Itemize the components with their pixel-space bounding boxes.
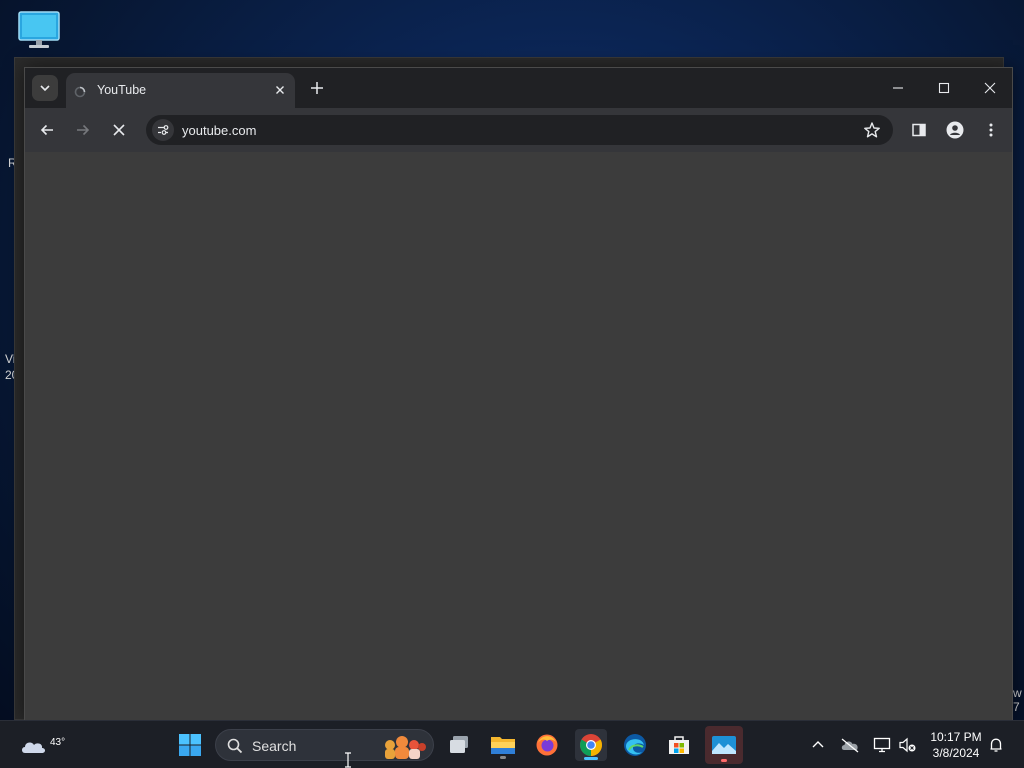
file-explorer-icon (491, 737, 515, 754)
network-button[interactable] (872, 735, 892, 755)
weather-widget[interactable]: 43° (18, 729, 65, 761)
show-hidden-icons-button[interactable] (808, 735, 828, 755)
site-info-button[interactable] (152, 119, 174, 141)
close-tab-icon[interactable] (273, 83, 287, 97)
forward-button[interactable] (72, 119, 94, 141)
weather-temp: 43° (50, 737, 66, 748)
close-window-button[interactable] (976, 76, 1004, 100)
address-bar[interactable]: youtube.com (146, 115, 893, 145)
start-icon (179, 734, 201, 756)
microsoft-store-icon (669, 736, 689, 754)
side-panel-icon (912, 123, 926, 137)
onedrive-icon (841, 738, 859, 753)
back-button[interactable] (36, 119, 58, 141)
photos-icon (712, 736, 736, 754)
tab-search-button[interactable] (32, 75, 58, 101)
text-cursor-icon (345, 752, 351, 768)
chevron-down-icon (40, 85, 50, 92)
notifications-icon (990, 738, 1002, 752)
volume-muted-icon (899, 737, 916, 753)
tab-strip: YouTube (25, 68, 1012, 108)
loading-favicon-icon (74, 86, 86, 98)
desktop-edge-text: w (1013, 686, 1022, 700)
running-indicator (721, 759, 727, 762)
clock-time: 10:17 PM (930, 730, 982, 744)
onedrive-button[interactable] (840, 735, 860, 755)
show-hidden-icon (812, 741, 824, 748)
page-content[interactable] (25, 152, 1012, 721)
menu-button[interactable] (980, 119, 1002, 141)
search-highlight-icon (385, 736, 426, 759)
tab-title: YouTube (97, 83, 147, 97)
stop-loading-button[interactable] (108, 119, 130, 141)
edge-button[interactable] (619, 729, 651, 761)
network-icon (873, 737, 891, 753)
url-text: youtube.com (182, 123, 257, 138)
stop-loading-icon (113, 124, 125, 136)
toolbar: youtube.com (25, 108, 1012, 152)
back-icon (40, 124, 53, 136)
maximize-icon (938, 82, 950, 94)
photos-button[interactable] (705, 726, 743, 764)
running-indicator (500, 756, 506, 759)
new-tab-icon[interactable] (308, 79, 326, 97)
maximize-button[interactable] (930, 76, 958, 100)
search-label: Search (252, 738, 297, 754)
firefox-icon (536, 734, 558, 756)
notifications-button[interactable] (986, 735, 1006, 755)
file-explorer-button[interactable] (487, 729, 519, 761)
menu-icon (989, 123, 993, 137)
search-icon (227, 738, 243, 754)
this-pc-icon[interactable] (17, 10, 61, 50)
side-panel-button[interactable] (908, 119, 930, 141)
microsoft-store-button[interactable] (663, 729, 695, 761)
volume-button[interactable] (898, 735, 918, 755)
tab-youtube[interactable]: YouTube (66, 73, 295, 108)
minimize-button[interactable] (884, 76, 912, 100)
start-button[interactable] (174, 729, 206, 761)
clock-date: 3/8/2024 (932, 746, 980, 760)
weather-cloud-icon (22, 742, 45, 753)
forward-icon (77, 124, 90, 136)
task-view-button[interactable] (443, 729, 475, 761)
desktop-edge-text: 7 (1013, 700, 1020, 714)
active-indicator (584, 757, 598, 760)
site-info-icon (158, 125, 169, 135)
task-view-icon (450, 736, 468, 753)
profile-icon (946, 121, 964, 139)
taskbar-search[interactable]: Search (215, 729, 434, 761)
firefox-button[interactable] (531, 729, 563, 761)
bookmark-star-icon[interactable] (863, 121, 881, 139)
edge-icon (624, 734, 646, 756)
clock[interactable]: 10:17 PM 3/8/2024 (924, 729, 988, 761)
taskbar: 43° Search 10:17 PM 3/8/2024 (0, 720, 1024, 768)
chrome-window: YouTube youtube.com (24, 67, 1013, 721)
chrome-icon (580, 734, 602, 756)
profile-button[interactable] (944, 119, 966, 141)
chrome-button[interactable] (575, 729, 607, 761)
minimize-icon (893, 87, 903, 89)
close-window-icon (984, 82, 996, 94)
